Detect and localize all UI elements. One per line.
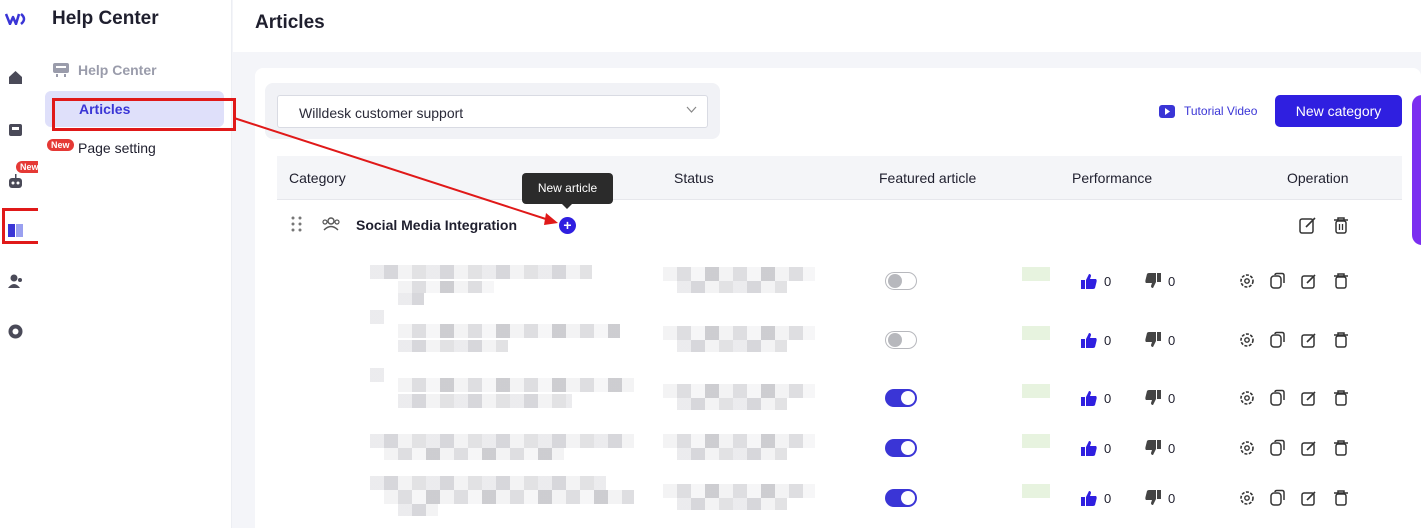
annotation-arrow [233, 117, 558, 225]
